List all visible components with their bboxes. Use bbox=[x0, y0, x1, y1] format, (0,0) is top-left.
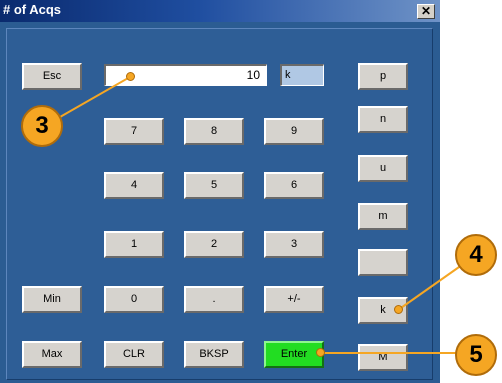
backspace-button[interactable]: BKSP bbox=[184, 341, 244, 368]
key-6[interactable]: 6 bbox=[264, 172, 324, 199]
acqs-dialog: # of Acqs ✕ Esc 10 k 7 8 9 4 5 6 1 2 3 M… bbox=[0, 0, 440, 383]
unit-p-button[interactable]: p bbox=[358, 63, 408, 90]
key-9[interactable]: 9 bbox=[264, 118, 324, 145]
unit-field: k bbox=[280, 64, 324, 86]
callout-dot-3 bbox=[126, 72, 135, 81]
callout-dot-5 bbox=[316, 348, 325, 357]
unit-M-button[interactable]: M bbox=[358, 344, 408, 371]
callout-dot-4 bbox=[394, 305, 403, 314]
min-button[interactable]: Min bbox=[22, 286, 82, 313]
title-bar: # of Acqs ✕ bbox=[0, 0, 440, 22]
key-1[interactable]: 1 bbox=[104, 231, 164, 258]
callout-3-badge: 3 bbox=[21, 105, 63, 147]
unit-u-button[interactable]: u bbox=[358, 155, 408, 182]
callout-5-badge: 5 bbox=[455, 334, 497, 376]
key-0[interactable]: 0 bbox=[104, 286, 164, 313]
unit-blank-button[interactable] bbox=[358, 249, 408, 276]
key-8[interactable]: 8 bbox=[184, 118, 244, 145]
key-7[interactable]: 7 bbox=[104, 118, 164, 145]
key-2[interactable]: 2 bbox=[184, 231, 244, 258]
esc-button[interactable]: Esc bbox=[22, 63, 82, 90]
callout-4-badge: 4 bbox=[455, 234, 497, 276]
max-button[interactable]: Max bbox=[22, 341, 82, 368]
dialog-title: # of Acqs bbox=[3, 2, 62, 17]
clear-button[interactable]: CLR bbox=[104, 341, 164, 368]
unit-n-button[interactable]: n bbox=[358, 106, 408, 133]
plus-minus-button[interactable]: +/- bbox=[264, 286, 324, 313]
enter-button[interactable]: Enter bbox=[264, 341, 324, 368]
key-4[interactable]: 4 bbox=[104, 172, 164, 199]
unit-m-button[interactable]: m bbox=[358, 203, 408, 230]
close-button[interactable]: ✕ bbox=[417, 4, 435, 19]
key-3[interactable]: 3 bbox=[264, 231, 324, 258]
key-5[interactable]: 5 bbox=[184, 172, 244, 199]
decimal-point-button[interactable]: . bbox=[184, 286, 244, 313]
